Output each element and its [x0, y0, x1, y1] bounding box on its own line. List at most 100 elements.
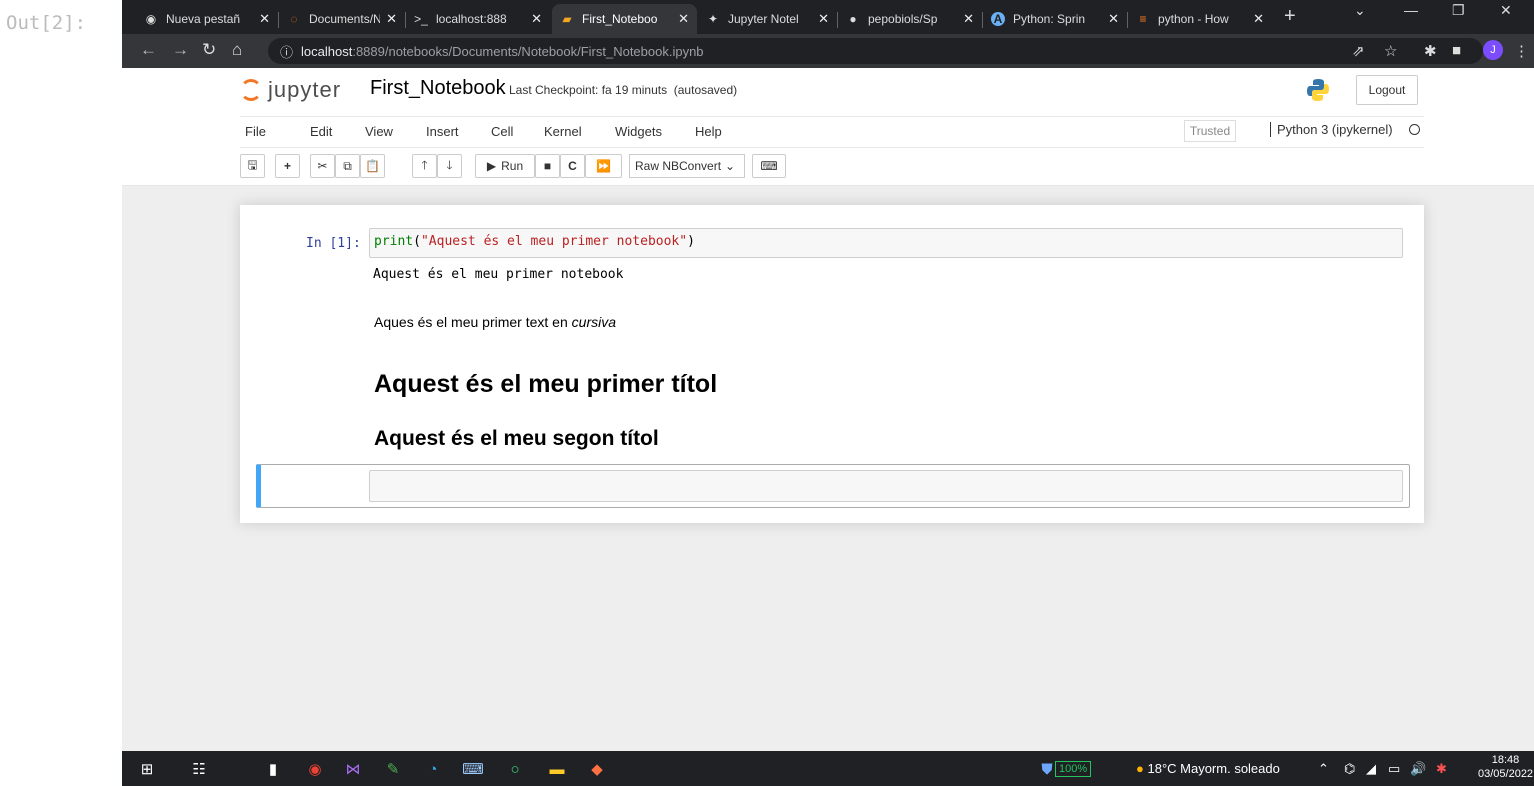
browser-tab-active[interactable]: ▰ First_Noteboo ✕ — [552, 4, 697, 34]
extensions-icon[interactable]: ✱ — [1424, 42, 1437, 60]
powershell-icon[interactable]: ⌨ — [462, 760, 484, 778]
restore-icon[interactable]: ❐ — [1452, 2, 1465, 19]
notification-icon[interactable]: ✱ — [1436, 761, 1447, 777]
minimize-icon[interactable]: — — [1404, 2, 1418, 18]
system-clock[interactable]: 18:48 03/05/2022 — [1478, 753, 1533, 781]
browser-tab[interactable]: A Python: Sprin ✕ — [983, 4, 1127, 34]
interrupt-button[interactable]: ■ — [535, 154, 560, 178]
command-palette-button[interactable]: ⌨ — [752, 154, 786, 178]
jupyter-logo[interactable]: jupyter — [240, 77, 341, 103]
chevron-down-icon: ⌄ — [725, 159, 736, 173]
paste-button[interactable]: 📋 — [360, 154, 385, 178]
jupyter-icon: ◌ — [290, 12, 298, 26]
tab-title: Nueva pestañ — [166, 12, 241, 26]
battery-indicator[interactable]: 100% — [1055, 761, 1092, 777]
cut-button[interactable]: ✂ — [310, 154, 335, 178]
menu-insert[interactable]: Insert — [426, 124, 459, 139]
notebook-menubar: File Edit View Insert Cell Kernel Widget… — [240, 116, 1424, 148]
new-tab-button[interactable]: + — [1284, 5, 1296, 28]
url-host: localhost — [301, 43, 353, 59]
run-button[interactable]: ▶ Run — [475, 154, 535, 178]
logout-button[interactable]: Logout — [1356, 75, 1418, 105]
share-icon[interactable]: ⇗ — [1352, 42, 1365, 60]
markdown-heading-1[interactable]: Aquest és el meu primer títol — [374, 370, 717, 399]
app-icon[interactable]: ✎ — [384, 760, 402, 778]
edge-icon[interactable]: ◔ — [424, 760, 442, 778]
move-up-button[interactable]: 🡑 — [412, 154, 437, 178]
cell-type-select[interactable]: Raw NBConvert ⌄ — [629, 154, 745, 178]
restart-icon: C — [568, 159, 577, 173]
task-view-icon[interactable]: ☷ — [190, 760, 208, 778]
back-icon[interactable]: ← — [140, 40, 157, 60]
git-icon[interactable]: ◆ — [588, 760, 606, 778]
network-icon[interactable]: ◢ — [1366, 761, 1376, 777]
kernel-name[interactable]: Python 3 (ipykernel) — [1270, 122, 1393, 137]
save-button[interactable]: 🖫 — [240, 154, 265, 178]
menu-help[interactable]: Help — [695, 124, 722, 139]
reload-icon[interactable]: ↻ — [202, 40, 216, 60]
forward-icon[interactable]: → — [172, 40, 189, 60]
markdown-heading-2[interactable]: Aquest és el meu segon títol — [374, 427, 659, 451]
browser-tab[interactable]: >_ localhost:888 ✕ — [406, 4, 550, 34]
browser-tab[interactable]: ✦ Jupyter Notel ✕ — [698, 4, 837, 34]
menu-dots-icon[interactable]: ⋮ — [1514, 42, 1529, 60]
close-icon[interactable]: ✕ — [818, 11, 829, 27]
jupyter-header: jupyter First_Notebook Last Checkpoint: … — [122, 68, 1534, 186]
menu-view[interactable]: View — [365, 124, 393, 139]
trusted-indicator[interactable]: Trusted — [1184, 120, 1236, 142]
notebook-name[interactable]: First_Notebook — [370, 77, 506, 100]
tray-app-icon[interactable]: ⌬ — [1344, 761, 1355, 777]
volume-icon[interactable]: 🔊 — [1410, 761, 1426, 777]
input-prompt: In [1]: — [306, 236, 361, 251]
insert-cell-button[interactable]: + — [275, 154, 300, 178]
url-bar[interactable]: ⓘ localhost:8889/notebooks/Documents/Not… — [268, 38, 1483, 64]
checkpoint-status: Last Checkpoint: fa 19 minuts (autosaved… — [509, 83, 738, 97]
bookmark-star-icon[interactable]: ☆ — [1384, 42, 1397, 60]
menu-kernel[interactable]: Kernel — [544, 124, 582, 139]
profile-avatar[interactable]: J — [1483, 40, 1503, 60]
menu-file[interactable]: File — [245, 124, 266, 139]
markdown-paragraph[interactable]: Aques és el meu primer text en cursiva — [374, 314, 616, 330]
tab-title: pepobiols/Sp — [868, 12, 938, 26]
close-icon[interactable]: ✕ — [1253, 11, 1264, 27]
browser-tab[interactable]: ≡ python - How ✕ — [1128, 4, 1272, 34]
weather-widget[interactable]: ● 18°C Mayorm. soleado — [1136, 761, 1280, 776]
tab-search-icon[interactable]: ⌄ — [1354, 2, 1366, 19]
restart-button[interactable]: C — [560, 154, 585, 178]
save-icon: 🖫 — [247, 157, 258, 172]
menu-edit[interactable]: Edit — [310, 124, 332, 139]
weather-sun-icon: ● — [1136, 761, 1144, 776]
close-icon[interactable]: ✕ — [1108, 11, 1119, 27]
side-panel-icon[interactable]: ■ — [1452, 42, 1461, 59]
browser-tab-bar: ◉ Nueva pestañ ✕ ◌ Documents/N ✕ >_ loca… — [122, 0, 1534, 34]
close-icon[interactable]: ✕ — [531, 11, 542, 27]
restart-run-all-button[interactable]: ⏩ — [585, 154, 622, 178]
windows-start-icon[interactable]: ⊞ — [138, 760, 156, 778]
file-explorer-icon[interactable]: ▬ — [548, 760, 566, 778]
app-ring-icon[interactable]: ○ — [506, 760, 524, 778]
window-close-icon[interactable]: ✕ — [1500, 2, 1512, 19]
code-cell-input[interactable]: print("Aquest és el meu primer notebook"… — [369, 228, 1403, 258]
visual-studio-icon[interactable]: ⋈ — [344, 760, 362, 778]
tab-title: Python: Sprin — [1013, 12, 1086, 26]
display-icon[interactable]: ▭ — [1388, 761, 1400, 777]
tray-chevron-icon[interactable]: ⌃ — [1318, 761, 1329, 777]
close-icon[interactable]: ✕ — [259, 11, 270, 27]
close-icon[interactable]: ✕ — [963, 11, 974, 27]
move-down-button[interactable]: 🡓 — [437, 154, 462, 178]
empty-cell-input[interactable] — [369, 470, 1403, 502]
menu-widgets[interactable]: Widgets — [615, 124, 662, 139]
security-icon[interactable]: ⛊ — [1038, 760, 1056, 778]
browser-toolbar: ← → ↻ ⌂ ⓘ localhost:8889/notebooks/Docum… — [122, 34, 1534, 68]
close-icon[interactable]: ✕ — [678, 11, 689, 27]
copy-button[interactable]: ⧉ — [335, 154, 360, 178]
menu-cell[interactable]: Cell — [491, 124, 513, 139]
browser-tab[interactable]: ● pepobiols/Sp ✕ — [838, 4, 982, 34]
home-icon[interactable]: ⌂ — [232, 40, 242, 60]
browser-tab[interactable]: ◌ Documents/N ✕ — [279, 4, 405, 34]
browser-tab[interactable]: ◉ Nueva pestañ ✕ — [136, 4, 278, 34]
file-icon[interactable]: ▮ — [264, 760, 282, 778]
close-icon[interactable]: ✕ — [386, 11, 397, 27]
tab-title: Jupyter Notel — [728, 12, 799, 26]
chrome-taskbar-icon[interactable]: ◉ — [306, 760, 324, 778]
